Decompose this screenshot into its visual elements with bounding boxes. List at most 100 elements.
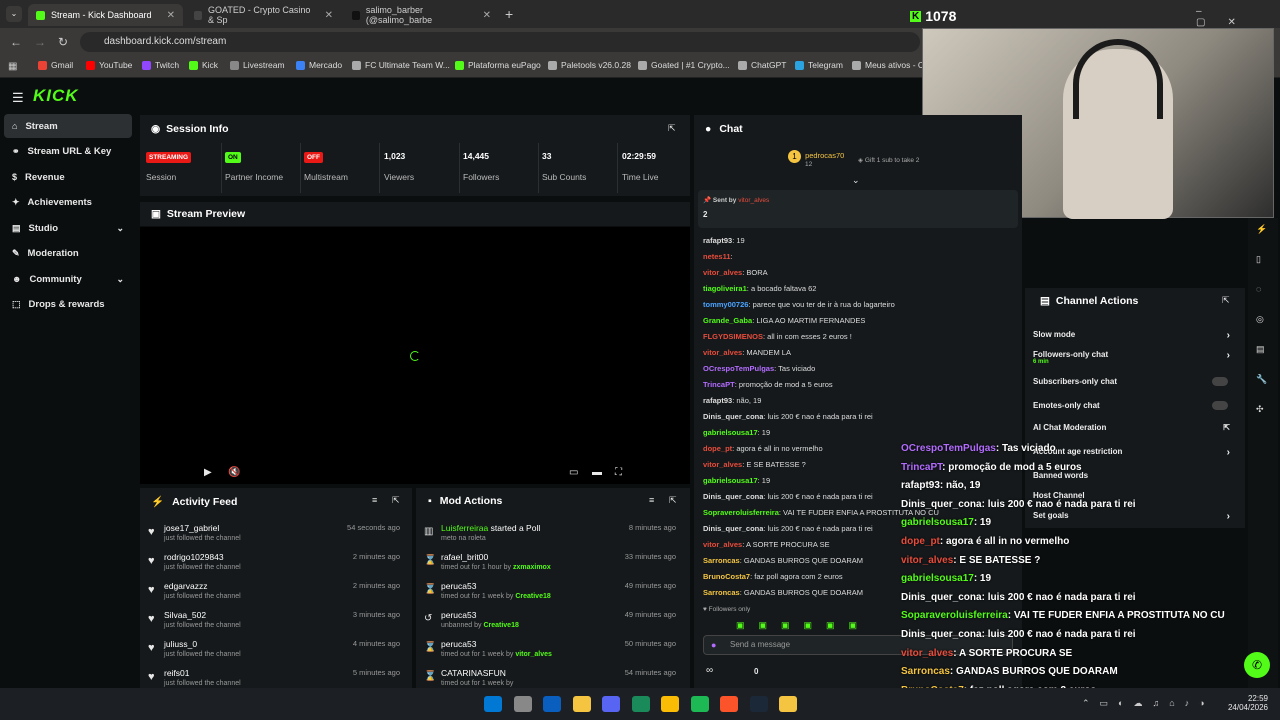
chat-username[interactable]: tiagoliveira1: [703, 284, 747, 293]
fullscreen-icon[interactable]: ⛶: [615, 467, 622, 478]
kick-logo[interactable]: KICK: [33, 86, 79, 106]
forward-button[interactable]: →: [34, 35, 46, 49]
chat-username[interactable]: Grande_Gaba: [703, 316, 752, 325]
rail-icon[interactable]: 🔧: [1256, 374, 1267, 385]
bookmark-item[interactable]: ChatGPT: [738, 60, 786, 70]
browser-tab-goated[interactable]: GOATED - Crypto Casino & Sp ✕: [186, 4, 341, 26]
sidebar-item-stream-url-key[interactable]: ⚭ Stream URL & Key: [4, 140, 132, 164]
sidebar-item-studio[interactable]: ▤ Studio ⌄: [4, 216, 132, 240]
chat-username[interactable]: Sarroncas: [703, 588, 740, 597]
chat-username[interactable]: vitor_alves: [703, 268, 742, 277]
channel-action-account-age-restriction[interactable]: Account age restriction ›: [1033, 447, 1238, 458]
theater-icon[interactable]: ▬: [592, 467, 602, 478]
taskbar-app-icon[interactable]: [543, 696, 561, 712]
popout-icon[interactable]: ⇱: [669, 495, 677, 506]
chat-username[interactable]: BrunoCosta7: [703, 572, 750, 581]
close-tab-icon[interactable]: ✕: [167, 10, 175, 21]
chat-username[interactable]: netes11: [703, 252, 731, 261]
window-controls[interactable]: –▢✕: [1196, 6, 1280, 28]
bookmark-item[interactable]: Paletools v26.0.28: [548, 60, 631, 70]
browser-tab-tiktok[interactable]: salimo_barber (@salimo_barbe ✕: [344, 4, 499, 26]
close-tab-icon[interactable]: ✕: [325, 10, 333, 21]
chat-username[interactable]: Dinis_quer_cona: [703, 412, 763, 421]
toggle-switch[interactable]: [1212, 377, 1228, 386]
bookmark-item[interactable]: YouTube: [86, 60, 132, 70]
chat-username[interactable]: vitor_alves: [703, 348, 742, 357]
pinned-gifter[interactable]: 1 pedrocas70 12: [788, 150, 844, 168]
bookmark-item[interactable]: FC Ultimate Team W...: [352, 60, 450, 70]
channel-action-emotes-only-chat[interactable]: Emotes-only chat: [1033, 401, 1238, 410]
play-icon[interactable]: ▶: [204, 467, 212, 478]
hamburger-menu-icon[interactable]: ☰: [12, 90, 24, 106]
infinity-icon[interactable]: ∞: [706, 665, 713, 676]
chat-username[interactable]: OCrespoTemPulgas: [703, 364, 774, 373]
clock[interactable]: 22:59 24/04/2026: [1226, 694, 1268, 712]
channel-action-subscribers-only-chat[interactable]: Subscribers-only chat: [1033, 377, 1238, 386]
collapse-icon[interactable]: ⌄: [852, 175, 860, 186]
filter-icon[interactable]: ≡: [649, 495, 654, 505]
chat-username[interactable]: Sopraveroluisferreira: [703, 508, 779, 517]
chat-username[interactable]: rafapt93: [703, 396, 732, 405]
bookmark-item[interactable]: Livestream: [230, 60, 285, 70]
popout-icon[interactable]: ⇱: [1222, 295, 1230, 306]
channel-action-ai-chat-moderation[interactable]: AI Chat Moderation ⇱: [1033, 423, 1238, 432]
rail-icon[interactable]: ▯: [1256, 254, 1261, 265]
emote-strip[interactable]: ▣▣▣▣▣▣: [736, 620, 916, 630]
new-tab-button[interactable]: +: [505, 6, 513, 22]
mute-icon[interactable]: 🔇: [228, 467, 240, 478]
taskbar-app-icon[interactable]: [690, 696, 709, 712]
tray-icons[interactable]: ⌃▭◐☁♫⌂♪◑: [1082, 698, 1215, 709]
chat-username[interactable]: Dinis_quer_cona: [703, 492, 763, 501]
back-button[interactable]: ←: [10, 35, 22, 49]
chat-username[interactable]: gabrielsousa17: [703, 476, 758, 485]
rail-icon[interactable]: ◎: [1256, 314, 1264, 325]
taskbar-app-icon[interactable]: [602, 696, 620, 712]
chat-username[interactable]: Dinis_quer_cona: [703, 524, 763, 533]
bookmark-item[interactable]: Twitch: [142, 60, 179, 70]
taskbar-app-icon[interactable]: [513, 696, 532, 712]
bookmark-item[interactable]: Plataforma euPago: [455, 60, 541, 70]
bookmark-item[interactable]: Gmail: [38, 60, 73, 70]
url-input[interactable]: dashboard.kick.com/stream: [80, 32, 920, 52]
help-button[interactable]: ✆: [1244, 652, 1270, 678]
chat-username[interactable]: FLGYDSIMENOS: [703, 332, 763, 341]
chat-username[interactable]: vitor_alves: [703, 460, 742, 469]
filter-icon[interactable]: ≡: [372, 495, 377, 505]
browser-tab-kick[interactable]: Stream - Kick Dashboard ✕: [28, 4, 183, 26]
sidebar-item-moderation[interactable]: ✎ Moderation: [4, 242, 132, 266]
taskbar-app-icon[interactable]: [749, 696, 768, 712]
popout-icon[interactable]: ⇱: [668, 123, 676, 134]
chat-username[interactable]: gabrielsousa17: [703, 428, 758, 437]
taskbar-app-icon[interactable]: [572, 696, 591, 712]
bookmark-item[interactable]: Meus ativos - C: [852, 60, 924, 70]
sidebar-item-achievements[interactable]: ✦ Achievements: [4, 191, 132, 215]
sidebar-item-drops-rewards[interactable]: ⬚ Drops & rewards: [4, 293, 132, 317]
rail-icon[interactable]: ⚡: [1256, 224, 1267, 235]
tab-list-button[interactable]: ⌄: [6, 6, 22, 22]
chat-username[interactable]: TrincaPT: [703, 380, 735, 389]
bookmark-item[interactable]: Kick: [189, 60, 218, 70]
sidebar-item-revenue[interactable]: $ Revenue: [4, 165, 132, 189]
rail-icon[interactable]: ▤: [1256, 344, 1265, 355]
bookmark-item[interactable]: Goated | #1 Crypto...: [638, 60, 730, 70]
reload-button[interactable]: ↻: [58, 35, 68, 49]
taskbar-app-icon[interactable]: [779, 696, 797, 712]
taskbar-app-icon[interactable]: [484, 696, 502, 712]
channel-action-slow-mode[interactable]: Slow mode ›: [1033, 330, 1238, 341]
microphone-icon[interactable]: ●: [711, 640, 716, 650]
miniplayer-icon[interactable]: ▭: [569, 467, 578, 478]
apps-icon[interactable]: ▦: [8, 61, 17, 72]
bookmark-item[interactable]: Telegram: [795, 60, 843, 70]
chat-username[interactable]: vitor_alves: [703, 540, 742, 549]
chat-username[interactable]: dope_pt: [703, 444, 732, 453]
chat-username[interactable]: Sarroncas: [703, 556, 740, 565]
popout-icon[interactable]: ⇱: [392, 495, 400, 506]
channel-action-set-goals[interactable]: Set goals ›: [1033, 511, 1238, 522]
close-tab-icon[interactable]: ✕: [483, 10, 491, 21]
toggle-switch[interactable]: [1212, 401, 1228, 410]
sidebar-item-community[interactable]: ☻ Community ⌄: [4, 267, 132, 291]
chat-username[interactable]: rafapt93: [703, 236, 732, 245]
taskbar-app-icon[interactable]: [720, 696, 738, 712]
rail-icon[interactable]: ◌: [1256, 284, 1261, 294]
sidebar-item-stream[interactable]: ⌂ Stream: [4, 114, 132, 138]
